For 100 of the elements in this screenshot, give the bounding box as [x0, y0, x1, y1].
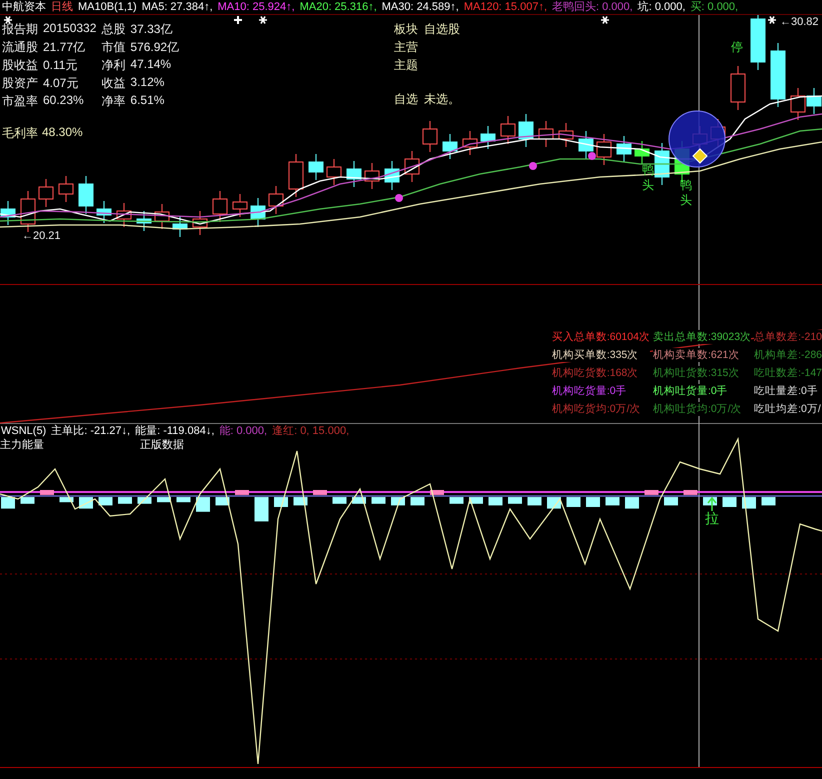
histogram-bar — [332, 497, 346, 504]
candlestick — [730, 66, 746, 110]
field-value: 576.92亿 — [130, 39, 180, 56]
field-label: 流通股 — [2, 39, 38, 56]
field-value: 3.12% — [130, 75, 166, 91]
field-label: 总股 — [101, 21, 126, 38]
signal-dot — [395, 194, 403, 202]
histogram-bar — [410, 497, 424, 506]
stat-text: 吃吐均差:0万/ — [754, 402, 822, 416]
field-label: 板块 — [394, 21, 418, 38]
candlestick — [500, 116, 516, 144]
signal-dot — [529, 162, 537, 170]
field-value: 6.51% — [130, 93, 166, 109]
field-value: 4.07元 — [43, 75, 80, 92]
candlestick — [38, 178, 54, 208]
warning-diamond-icon — [692, 148, 708, 164]
histogram-bar — [235, 490, 249, 495]
signal-dot — [588, 152, 596, 160]
candlestick — [422, 120, 438, 152]
stock-name: 中航资本 — [2, 0, 46, 14]
note-label: 正版数据 — [140, 438, 184, 452]
histogram-bar — [372, 497, 386, 504]
histogram-bar — [1, 497, 15, 509]
indicator-value: 主单比: -21.27↓, — [51, 424, 130, 438]
indicator-value: 老鸭回头: 0.000, — [552, 0, 633, 14]
histogram-bar — [98, 497, 112, 506]
plus-icon — [233, 15, 243, 25]
candlestick — [232, 194, 248, 218]
histogram-bar — [664, 497, 678, 506]
candlestick — [750, 15, 766, 70]
signal-label: 鸭头 — [642, 163, 654, 192]
histogram-bar — [60, 497, 74, 502]
star-icon — [258, 16, 268, 24]
histogram-bar — [644, 490, 658, 495]
candlestick — [268, 186, 284, 214]
histogram-bar — [450, 497, 464, 504]
field-value: 47.14% — [130, 57, 172, 73]
candlestick — [634, 140, 650, 164]
histogram-bar — [625, 497, 639, 509]
signal-label: 拉 — [705, 510, 719, 526]
stat-text: 卖出总单数:39023次 — [652, 330, 752, 344]
indicator-value: 买: 0.000, — [690, 0, 738, 14]
stat-text: 买入总单数:60104次 — [552, 330, 650, 344]
signal-label: 鸭头 — [680, 178, 692, 207]
field-label: 净率 — [101, 93, 126, 110]
period-label: 日线 — [51, 0, 73, 14]
candlestick — [96, 200, 112, 224]
candlestick — [116, 202, 132, 228]
candlestick — [326, 158, 342, 186]
histogram-bar — [216, 497, 230, 506]
candlestick — [364, 162, 380, 190]
indicator-value: 能: 0.000, — [219, 424, 268, 438]
candlestick — [442, 134, 458, 160]
histogram-bar — [566, 497, 580, 507]
candlestick — [654, 142, 670, 186]
histogram-bar — [40, 490, 54, 495]
indicator-value: MA30: 24.589↑, — [382, 0, 459, 14]
candlestick — [538, 120, 554, 148]
histogram-bar — [118, 497, 132, 504]
candlestick — [404, 150, 420, 182]
line-label: 主力能量 — [0, 438, 45, 452]
histogram-bar — [528, 497, 542, 506]
candlestick — [58, 176, 74, 202]
histogram-bar — [274, 497, 288, 507]
stat-text: 机构单差:-286 — [754, 348, 822, 362]
histogram-bar — [430, 490, 444, 495]
histogram-bar — [586, 497, 600, 507]
field-value: 未选。 — [424, 91, 460, 108]
candlestick — [518, 114, 534, 148]
field-label: 市值 — [101, 39, 126, 56]
histogram-bar — [742, 497, 756, 509]
candlestick — [20, 190, 36, 232]
histogram-bar — [176, 497, 190, 502]
histogram-bar — [488, 497, 502, 506]
candlestick — [136, 210, 152, 232]
field-label: 报告期 — [2, 21, 38, 38]
field-label: 股资产 — [2, 75, 38, 92]
candlestick — [616, 136, 632, 162]
stat-text: 吃吐数差:-147 — [754, 366, 822, 380]
candlestick — [558, 122, 574, 148]
histogram-bar — [391, 497, 405, 506]
histogram-bar — [508, 497, 522, 504]
field-value: 20150332 — [43, 21, 96, 37]
indicator-value: 坑: 0.000, — [638, 0, 686, 14]
candlestick — [806, 88, 822, 114]
field-value: 0.11元 — [43, 57, 78, 74]
histogram-bar — [20, 497, 34, 504]
candlestick — [192, 210, 208, 236]
signal-label: 停 — [731, 40, 743, 54]
candlestick — [596, 134, 612, 166]
indicator-value: MA120: 15.007↑, — [464, 0, 547, 14]
candlestick — [172, 216, 188, 238]
candlestick — [250, 198, 266, 228]
candlestick — [154, 204, 170, 230]
field-label: 主营 — [394, 39, 418, 56]
indicator-value: MA5: 27.384↑, — [142, 0, 213, 14]
price-low-label: ←20.21 — [22, 230, 61, 242]
histogram-bar — [722, 497, 736, 507]
histogram-bar — [157, 497, 171, 502]
histogram-bar — [196, 497, 210, 512]
